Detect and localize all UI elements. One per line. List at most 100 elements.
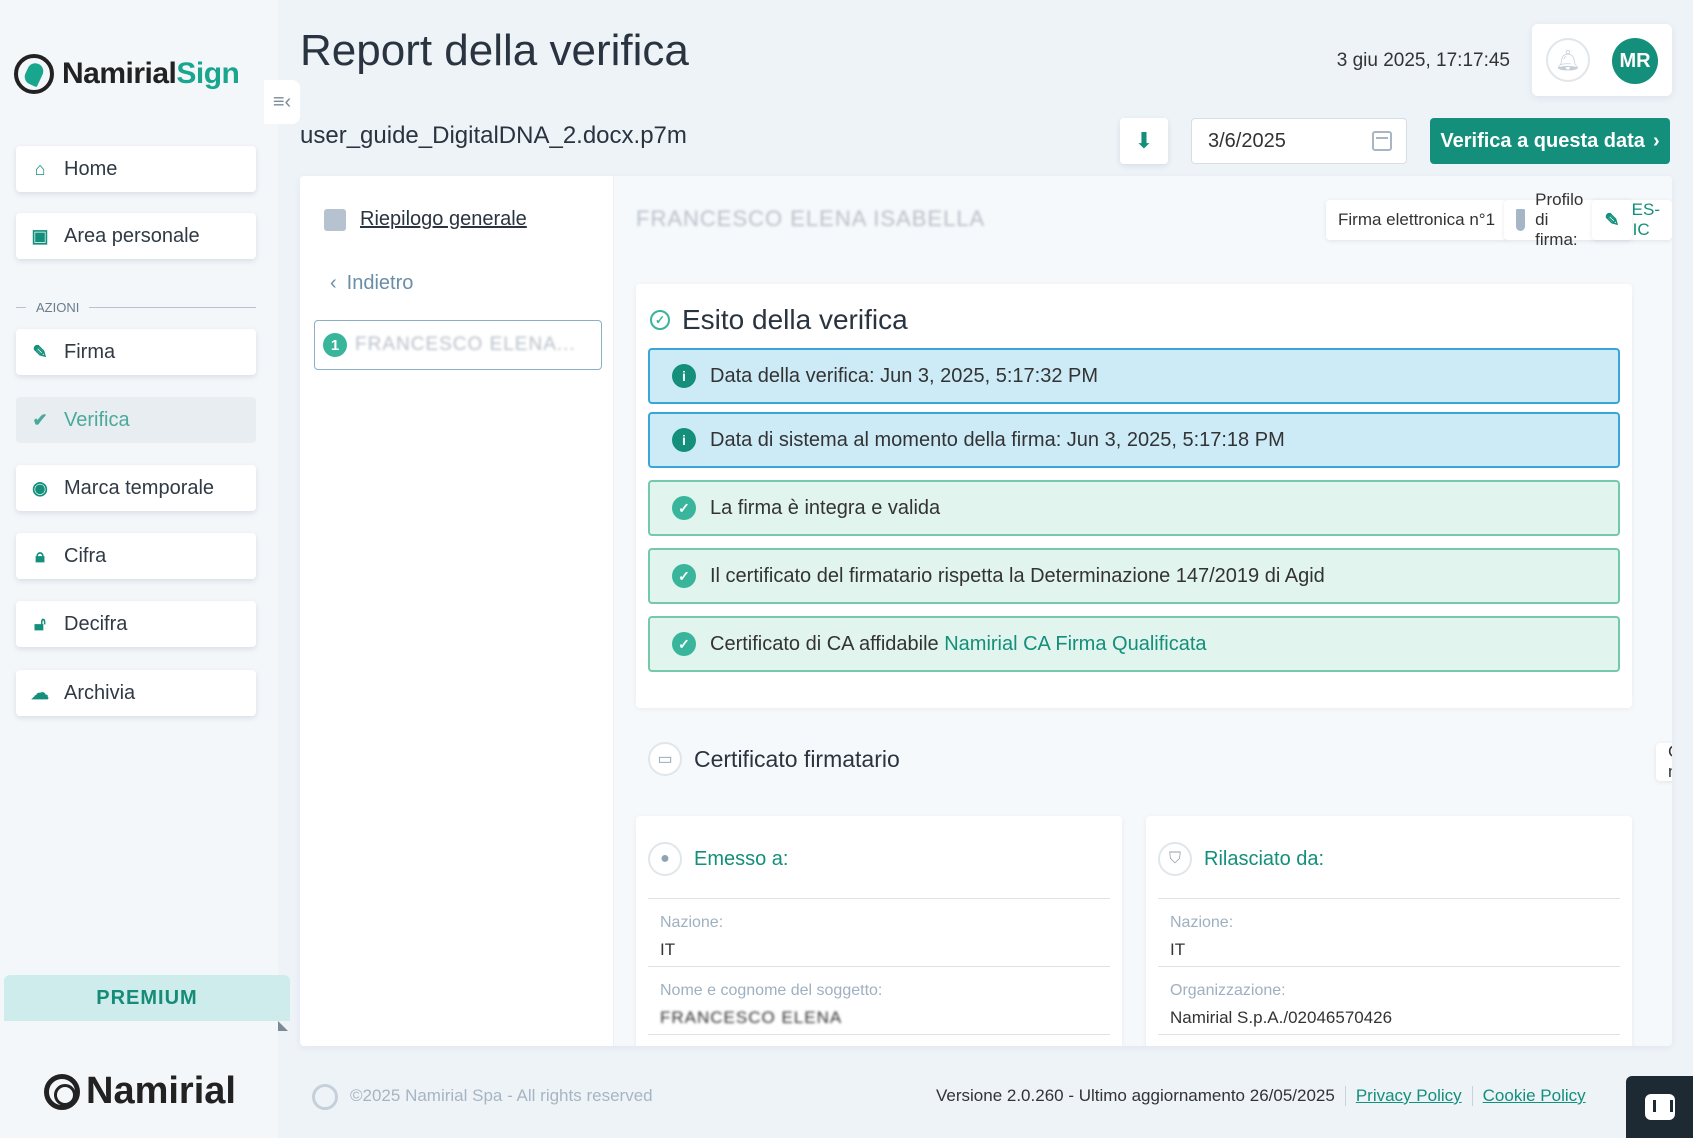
namirial-sign-logo: NamirialSign <box>14 54 240 94</box>
issued-to-card: ● Emesso a: Nazione: IT Nome e cognome d… <box>636 816 1122 1046</box>
signature-icon: ✎ <box>32 341 48 362</box>
issued-to-header: ● Emesso a: <box>648 842 788 876</box>
profile-label: Profilo di firma: <box>1535 190 1584 249</box>
summary-link[interactable]: Riepilogo generale <box>324 208 527 231</box>
field-value: FRANCESCO ELENA <box>660 1008 843 1027</box>
collapse-sidebar-icon[interactable]: ≡‹ <box>264 80 300 124</box>
result-message-success: ✓ Certificato di CA affidabile Namirial … <box>648 616 1620 672</box>
signer-name: FRANCESCO ELENA ISABELLA <box>636 206 986 231</box>
verify-at-date-button[interactable]: Verifica a questa data › <box>1430 118 1670 164</box>
result-message-text: Il certificato del firmatario rispetta l… <box>710 564 1325 587</box>
footer-info: Versione 2.0.260 - Ultimo aggiornamento … <box>936 1086 1586 1106</box>
sidebar-item-decifra[interactable]: 🔓︎ Decifra <box>16 601 256 647</box>
signature-profile-badge: Profilo di firma: CAdES-BASIC <box>1504 190 1672 249</box>
version-info: Versione 2.0.260 - Ultimo aggiornamento … <box>936 1086 1335 1105</box>
current-datetime: 3 giu 2025, 17:17:45 <box>1336 50 1510 71</box>
result-message-success: ✓ Il certificato del firmatario rispetta… <box>648 548 1620 604</box>
privacy-policy-link[interactable]: Privacy Policy <box>1356 1086 1462 1106</box>
sidebar-item-label: Verifica <box>64 408 130 431</box>
chat-button[interactable] <box>1626 1076 1693 1138</box>
result-message-info: i Data della verifica: Jun 3, 2025, 5:17… <box>648 348 1620 404</box>
result-message-text: Data della verifica: Jun 3, 2025, 5:17:3… <box>710 364 1099 387</box>
field-value: IT <box>1170 940 1186 959</box>
file-name: user_guide_DigitalDNA_2.docx.p7m <box>300 122 687 149</box>
bell-icon[interactable]: 🔔︎ <box>1546 38 1590 82</box>
sidebar: NamirialSign ⌂ Home ▣ Area personale AZI… <box>0 0 290 1138</box>
sidebar-item-verifica[interactable]: ✔ Verifica <box>16 397 256 443</box>
premium-badge[interactable]: PREMIUM <box>4 975 290 1021</box>
sidebar-item-firma[interactable]: ✎ Firma <box>16 329 256 375</box>
sidebar-item-cifra[interactable]: 🔒︎ Cifra <box>16 533 256 579</box>
page-title: Report della verifica <box>300 26 689 75</box>
copyright: ©2025 Namirial Spa - All rights reserved <box>350 1086 653 1105</box>
chevron-right-icon: › <box>1652 129 1660 152</box>
signature-icon: ✎ <box>1604 209 1620 230</box>
result-message-success: ✓ La firma è integra e valida <box>648 480 1620 536</box>
signature-signer-name: FRANCESCO ELENA... <box>355 334 576 355</box>
result-message-info: i Data di sistema al momento della firma… <box>648 412 1620 468</box>
chart-icon <box>324 208 346 231</box>
lock-icon: 🔒︎ <box>35 545 45 566</box>
result-message-text: La firma è integra e valida <box>710 496 941 519</box>
home-icon: ⌂ <box>34 158 46 179</box>
verification-result-title: ✓ Esito della verifica <box>650 304 908 336</box>
calendar-icon[interactable] <box>1372 131 1392 151</box>
verification-result-title-text: Esito della verifica <box>682 304 908 335</box>
chat-icon <box>1644 1094 1675 1120</box>
chevron-left-icon: ‹ <box>330 272 337 294</box>
back-link[interactable]: ‹ Indietro <box>330 272 413 295</box>
logo-text-part2: Sign <box>176 57 240 90</box>
timestamp-shield-icon: ◉ <box>32 477 48 498</box>
section-label-azioni: AZIONI <box>16 300 256 315</box>
premium-corner <box>278 1021 288 1031</box>
verify-at-date-label: Verifica a questa data <box>1440 129 1645 152</box>
user-box: 🔔︎ MR <box>1532 24 1672 96</box>
ca-link[interactable]: Namirial CA Firma Qualificata <box>944 633 1206 655</box>
sidebar-item-label: Archivia <box>64 681 136 704</box>
info-icon: i <box>672 428 696 452</box>
sidebar-item-home[interactable]: ⌂ Home <box>16 146 256 192</box>
sidebar-item-area-personale[interactable]: ▣ Area personale <box>16 213 256 259</box>
sidebar-item-label: Area personale <box>64 224 200 247</box>
field-label: Nome e cognome del soggetto: <box>660 982 883 999</box>
summary-link-label: Riepilogo generale <box>360 208 527 230</box>
verified-badge-icon: ✔ <box>32 409 48 430</box>
sidebar-item-label: Cifra <box>64 544 107 567</box>
logo-icon <box>14 54 54 94</box>
check-icon: ✓ <box>672 496 696 520</box>
namirial-ring-icon <box>44 1073 80 1110</box>
sidebar-item-archivia[interactable]: ☁ Archivia <box>16 670 256 716</box>
signature-list-item[interactable]: 1 FRANCESCO ELENA... <box>314 320 602 370</box>
signature-action-button[interactable]: ✎ <box>1592 200 1632 240</box>
cookie-policy-link[interactable]: Cookie Policy <box>1483 1086 1586 1106</box>
issued-by-header: ⛉ Rilasciato da: <box>1158 842 1324 876</box>
signature-navigation: Riepilogo generale ‹ Indietro 1 FRANCESC… <box>300 176 614 1046</box>
verification-result-card: ✓ Esito della verifica i Data della veri… <box>636 284 1632 708</box>
sidebar-item-marca-temporale[interactable]: ◉ Marca temporale <box>16 465 256 511</box>
download-icon: ⬇ <box>1134 128 1154 153</box>
unlock-icon: 🔓︎ <box>34 613 46 634</box>
check-icon: ✓ <box>672 564 696 588</box>
avatar[interactable]: MR <box>1612 38 1658 84</box>
report-panel: Riepilogo generale ‹ Indietro 1 FRANCESC… <box>300 176 1672 1046</box>
field-value: Namirial S.p.A./02046570426 <box>1170 1008 1393 1027</box>
sidebar-item-label: Firma <box>64 340 116 363</box>
certificate-section-title-text: Certificato firmatario <box>694 745 900 772</box>
signature-number-badge: 1 <box>323 333 347 357</box>
id-card-icon: ▣ <box>31 225 49 246</box>
namirial-logo: Namirial <box>44 1070 236 1113</box>
logo-text-part1: Namirial <box>62 57 177 90</box>
certificate-section-title: ▭ Certificato firmatario <box>648 742 900 776</box>
namirial-logo-text: Namirial <box>86 1070 236 1112</box>
signature-details: FRANCESCO ELENA ISABELLA Firma elettroni… <box>614 176 1672 1046</box>
certificate-icon: ▭ <box>648 742 682 776</box>
signature-badge-label: Firma elettronica n°1 <box>1338 210 1496 229</box>
issued-to-title: Emesso a: <box>694 847 789 870</box>
date-field[interactable]: 3/6/2025 <box>1191 118 1407 164</box>
certificate-number-badge: Certificato n°1 <box>1656 742 1672 781</box>
download-button[interactable]: ⬇ <box>1120 118 1168 164</box>
signature-number-badge: Firma elettronica n°1 <box>1326 200 1508 240</box>
check-circle-icon: ✓ <box>650 310 670 330</box>
footer-logo-icon <box>312 1084 338 1110</box>
result-message-text: Data di sistema al momento della firma: … <box>710 428 1285 451</box>
